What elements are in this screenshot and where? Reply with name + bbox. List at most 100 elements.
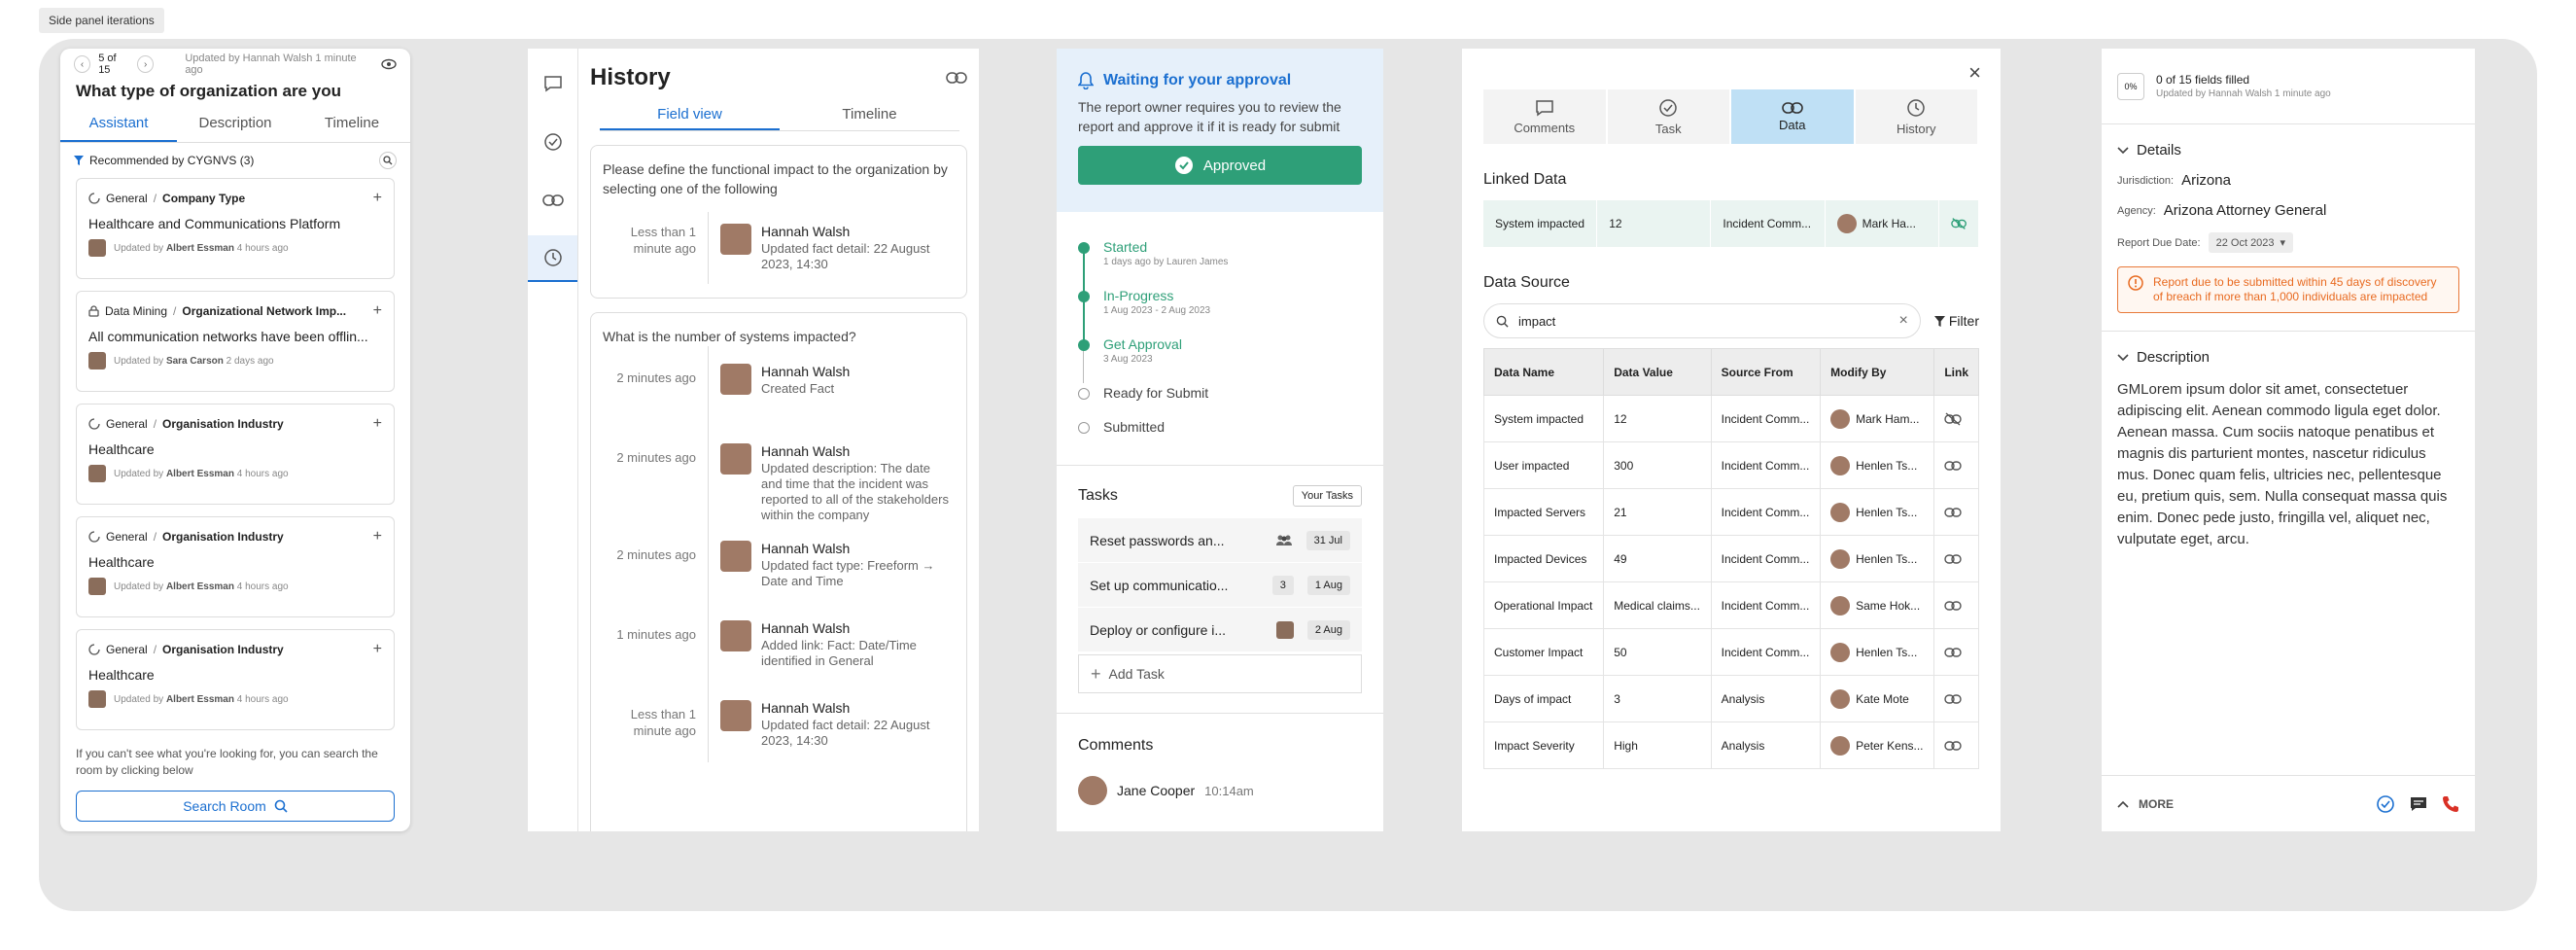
rail-tasks[interactable] bbox=[528, 119, 577, 165]
linked-value: 12 bbox=[1597, 200, 1712, 247]
tab-field-view[interactable]: Field view bbox=[600, 101, 780, 130]
link-icon[interactable] bbox=[946, 72, 967, 84]
card-category: General bbox=[106, 643, 148, 656]
entry-detail: Added link: Fact: Date/Time identified i… bbox=[761, 638, 917, 668]
recommendation-card[interactable]: Data Mining / Organizational Network Imp… bbox=[76, 291, 395, 392]
link-icon[interactable] bbox=[1944, 460, 1968, 471]
search-icon[interactable] bbox=[379, 152, 397, 169]
plus-icon[interactable]: + bbox=[373, 302, 382, 320]
tab-description[interactable]: Description bbox=[177, 107, 294, 142]
rail-comments[interactable] bbox=[528, 60, 577, 107]
plus-icon[interactable]: + bbox=[373, 641, 382, 658]
tab-assistant[interactable]: Assistant bbox=[60, 107, 177, 142]
step-name: Get Approval bbox=[1103, 336, 1182, 352]
next-button[interactable]: › bbox=[137, 55, 155, 73]
column-header[interactable]: Link bbox=[1933, 348, 1979, 396]
recommendation-card[interactable]: General / Organisation Industry + Health… bbox=[76, 629, 395, 730]
entry-detail: Updated description: The date and time t… bbox=[761, 461, 949, 522]
tab-data[interactable]: Data bbox=[1731, 89, 1856, 144]
task-row[interactable]: Reset passwords an... 31 Jul bbox=[1078, 518, 1362, 563]
filter-button[interactable]: Filter bbox=[1933, 313, 1979, 329]
eye-icon[interactable] bbox=[381, 58, 397, 70]
table-row[interactable]: Days of impact 3 Analysis Kate Mote bbox=[1482, 675, 1979, 722]
link-icon[interactable] bbox=[1944, 600, 1968, 611]
entry-time: 2 minutes ago bbox=[616, 450, 696, 465]
recommendation-card[interactable]: General / Organisation Industry + Health… bbox=[76, 404, 395, 505]
linked-data-row[interactable]: System impacted 12 Incident Comm... Mark… bbox=[1483, 200, 1979, 247]
filter-label: Filter bbox=[1948, 313, 1979, 329]
phone-icon[interactable] bbox=[2442, 795, 2459, 813]
avatar bbox=[1830, 642, 1851, 662]
search-room-button[interactable]: Search Room bbox=[76, 791, 395, 822]
plus-icon[interactable]: + bbox=[373, 190, 382, 207]
tab-history[interactable]: History bbox=[1855, 89, 1979, 144]
warning-box: Report due to be submitted within 45 day… bbox=[2117, 266, 2459, 313]
avatar bbox=[720, 364, 751, 395]
tab-bar: Assistant Description Timeline bbox=[60, 107, 410, 143]
more-button[interactable]: MORE bbox=[2117, 797, 2174, 811]
avatar bbox=[1078, 776, 1107, 805]
cell-source: Incident Comm... bbox=[1710, 581, 1822, 629]
link-icon[interactable] bbox=[1944, 507, 1968, 517]
check-circle-icon bbox=[1658, 98, 1678, 118]
table-row[interactable]: Customer Impact 50 Incident Comm... Henl… bbox=[1482, 628, 1979, 676]
add-task-button[interactable]: + Add Task bbox=[1078, 654, 1362, 693]
tab-task[interactable]: Task bbox=[1607, 89, 1731, 144]
rail-history[interactable] bbox=[528, 235, 577, 282]
cell-name: Impacted Servers bbox=[1482, 488, 1605, 536]
unlink-icon[interactable] bbox=[1944, 411, 1968, 426]
recommendation-card[interactable]: General / Organisation Industry + Health… bbox=[76, 516, 395, 617]
column-header[interactable]: Modify By bbox=[1820, 348, 1935, 396]
table-row[interactable]: Impacted Devices 49 Incident Comm... Hen… bbox=[1482, 535, 1979, 582]
table-row[interactable]: Impacted Servers 21 Incident Comm... Hen… bbox=[1482, 488, 1979, 536]
task-row[interactable]: Set up communicatio... 3 1 Aug bbox=[1078, 563, 1362, 608]
add-task-label: Add Task bbox=[1108, 666, 1165, 682]
table-row[interactable]: User impacted 300 Incident Comm... Henle… bbox=[1482, 441, 1979, 489]
close-icon[interactable]: × bbox=[1968, 60, 1981, 86]
column-header[interactable]: Data Name bbox=[1482, 348, 1605, 396]
link-icon[interactable] bbox=[1944, 740, 1968, 751]
recommendation-card[interactable]: General / Company Type + Healthcare and … bbox=[76, 178, 395, 279]
task-row[interactable]: Deploy or configure i... 2 Aug bbox=[1078, 608, 1362, 652]
step-dot bbox=[1078, 291, 1090, 302]
history-tabs: Field view Timeline bbox=[600, 101, 959, 131]
tab-comments[interactable]: Comments bbox=[1483, 89, 1608, 144]
entry-detail: Updated fact type: Freeform → Date and T… bbox=[761, 558, 935, 588]
warning-text: Report due to be submitted within 45 day… bbox=[2153, 275, 2437, 303]
history-entry: 1 minutes ago Hannah Walsh Added link: F… bbox=[603, 603, 955, 683]
cell-name: Operational Impact bbox=[1482, 581, 1605, 629]
prev-button[interactable]: ‹ bbox=[74, 55, 91, 73]
column-header[interactable]: Data Value bbox=[1603, 348, 1712, 396]
table-row[interactable]: System impacted 12 Incident Comm... Mark… bbox=[1482, 395, 1979, 442]
approved-button[interactable]: Approved bbox=[1078, 146, 1362, 185]
avatar bbox=[720, 541, 751, 572]
plus-icon[interactable]: + bbox=[373, 528, 382, 545]
link-icon[interactable] bbox=[1944, 693, 1968, 704]
cell-source: Incident Comm... bbox=[1710, 535, 1822, 582]
details-toggle[interactable]: Details bbox=[2117, 142, 2459, 158]
table-row[interactable]: Impact Severity High Analysis Peter Kens… bbox=[1482, 721, 1979, 769]
table-row[interactable]: Operational Impact Medical claims... Inc… bbox=[1482, 581, 1979, 629]
search-input[interactable]: impact × bbox=[1483, 303, 1921, 338]
tab-timeline[interactable]: Timeline bbox=[780, 101, 959, 130]
unlink-icon[interactable] bbox=[1939, 200, 1979, 247]
cell-name: Customer Impact bbox=[1482, 628, 1605, 676]
fields-filled: 0 of 15 fields filled bbox=[2156, 73, 2250, 87]
plus-icon[interactable]: + bbox=[373, 415, 382, 433]
your-tasks-button[interactable]: Your Tasks bbox=[1292, 485, 1362, 507]
card-author: Albert Essman bbox=[165, 693, 234, 705]
link-icon[interactable] bbox=[1944, 647, 1968, 657]
rail-links[interactable] bbox=[528, 177, 577, 224]
description-toggle[interactable]: Description bbox=[2117, 349, 2459, 366]
chat-icon[interactable] bbox=[2409, 795, 2428, 813]
column-header[interactable]: Source From bbox=[1710, 348, 1822, 396]
card-subcategory: Organisation Industry bbox=[162, 417, 284, 431]
chevron-down-icon bbox=[2117, 353, 2129, 362]
check-circle-icon[interactable] bbox=[2376, 794, 2395, 814]
link-icon[interactable] bbox=[1944, 553, 1968, 564]
due-date-select[interactable]: 22 Oct 2023 ▾ bbox=[2208, 232, 2294, 253]
tab-timeline[interactable]: Timeline bbox=[294, 107, 410, 142]
clear-icon[interactable]: × bbox=[1899, 312, 1908, 330]
due-date-label: Report Due Date: bbox=[2117, 236, 2201, 249]
entry-name: Hannah Walsh bbox=[761, 700, 851, 716]
